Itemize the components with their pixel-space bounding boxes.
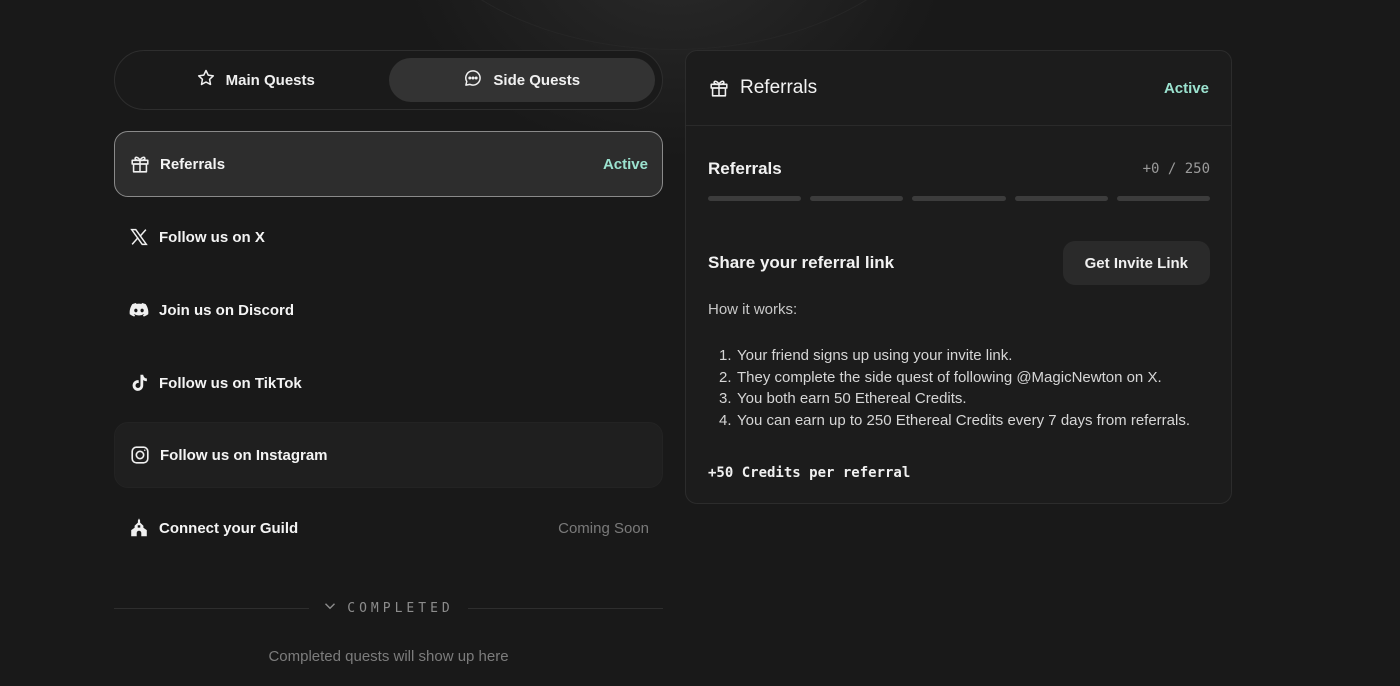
progress-segment bbox=[1116, 196, 1211, 201]
how-it-works-title: How it works: bbox=[708, 301, 798, 318]
guild-icon bbox=[128, 517, 150, 539]
list-item: 1. Your friend signs up using your invite… bbox=[719, 347, 1013, 364]
get-invite-link-button[interactable]: Get Invite Link bbox=[1062, 241, 1210, 285]
progress-count: +0 / 250 bbox=[1142, 161, 1210, 177]
completed-empty-text: Completed quests will show up here bbox=[268, 648, 509, 665]
completed-label: COMPLETED bbox=[347, 600, 454, 616]
divider bbox=[114, 607, 310, 609]
gift-icon bbox=[708, 77, 730, 99]
tab-side-quests[interactable]: Side Quests bbox=[388, 58, 655, 102]
instagram-icon bbox=[129, 444, 151, 466]
progress-segment bbox=[1014, 196, 1108, 201]
chat-bubble-icon bbox=[463, 68, 483, 92]
tab-main-quests[interactable]: Main Quests bbox=[122, 58, 389, 102]
share-row: Share your referral link Get Invite Link bbox=[708, 241, 1210, 285]
quest-label: Join us on Discord bbox=[159, 301, 295, 319]
progress-header: Referrals +0 / 250 bbox=[708, 159, 1210, 179]
completed-toggle[interactable]: COMPLETED bbox=[309, 599, 467, 617]
progress-segment bbox=[810, 196, 904, 201]
steps-list: 1. Your friend signs up using your invite… bbox=[708, 345, 1218, 432]
step-text: Your friend signs up using your invite l… bbox=[737, 347, 1013, 364]
panel-header: Referrals Active bbox=[686, 51, 1231, 126]
gift-icon bbox=[129, 153, 151, 175]
step-text: You can earn up to 250 Ethereal Credits … bbox=[737, 412, 1191, 430]
progress-bar bbox=[708, 196, 1211, 202]
tab-label: Side Quests bbox=[493, 71, 581, 89]
x-logo-icon bbox=[128, 226, 150, 248]
status-badge: Coming Soon bbox=[558, 519, 649, 537]
list-item: 4. You can earn up to 250 Ethereal Credit… bbox=[719, 412, 1191, 430]
quest-label: Connect your Guild bbox=[159, 519, 299, 537]
quest-tabs: Main Quests Side Quests bbox=[114, 50, 663, 110]
quest-item-follow-x[interactable]: Follow us on X bbox=[114, 204, 663, 270]
status-badge: Active bbox=[602, 155, 648, 173]
progress-segment bbox=[912, 196, 1006, 201]
progress-segment bbox=[708, 196, 802, 201]
share-title: Share your referral link bbox=[708, 253, 895, 272]
list-item: 2. They complete the side quest of follow… bbox=[719, 368, 1162, 386]
step-text: You both earn 50 Ethereal Credits. bbox=[737, 390, 967, 408]
quest-item-referrals[interactable]: Referrals Active bbox=[114, 131, 663, 197]
list-item: 3. You both earn 50 Ethereal Credits. bbox=[719, 390, 967, 408]
panel-title: Referrals bbox=[740, 77, 818, 98]
chevron-down-icon bbox=[323, 599, 337, 617]
quest-label: Follow us on TikTok bbox=[159, 374, 302, 392]
quest-item-guild[interactable]: Connect your Guild Coming Soon bbox=[114, 495, 663, 561]
credits-note: +50 Credits per referral bbox=[708, 465, 911, 481]
progress-label: Referrals bbox=[708, 159, 782, 178]
quest-item-instagram[interactable]: Follow us on Instagram bbox=[114, 422, 663, 488]
tiktok-icon bbox=[128, 372, 150, 394]
status-badge: Active bbox=[1163, 79, 1209, 97]
completed-section-header: COMPLETED bbox=[114, 597, 664, 619]
step-text: They complete the side quest of followin… bbox=[737, 368, 1162, 386]
quest-item-discord[interactable]: Join us on Discord bbox=[114, 277, 663, 343]
quest-item-tiktok[interactable]: Follow us on TikTok bbox=[114, 350, 663, 416]
quest-label: Referrals bbox=[160, 155, 226, 173]
background-ring bbox=[398, 0, 950, 50]
tab-label: Main Quests bbox=[225, 71, 315, 89]
quest-label: Follow us on Instagram bbox=[160, 446, 328, 464]
divider bbox=[467, 607, 664, 609]
star-icon bbox=[196, 68, 216, 92]
discord-icon bbox=[128, 299, 150, 321]
quest-detail-panel: Referrals Active Referrals +0 / 250 Shar… bbox=[685, 50, 1232, 504]
quest-label: Follow us on X bbox=[159, 228, 265, 246]
